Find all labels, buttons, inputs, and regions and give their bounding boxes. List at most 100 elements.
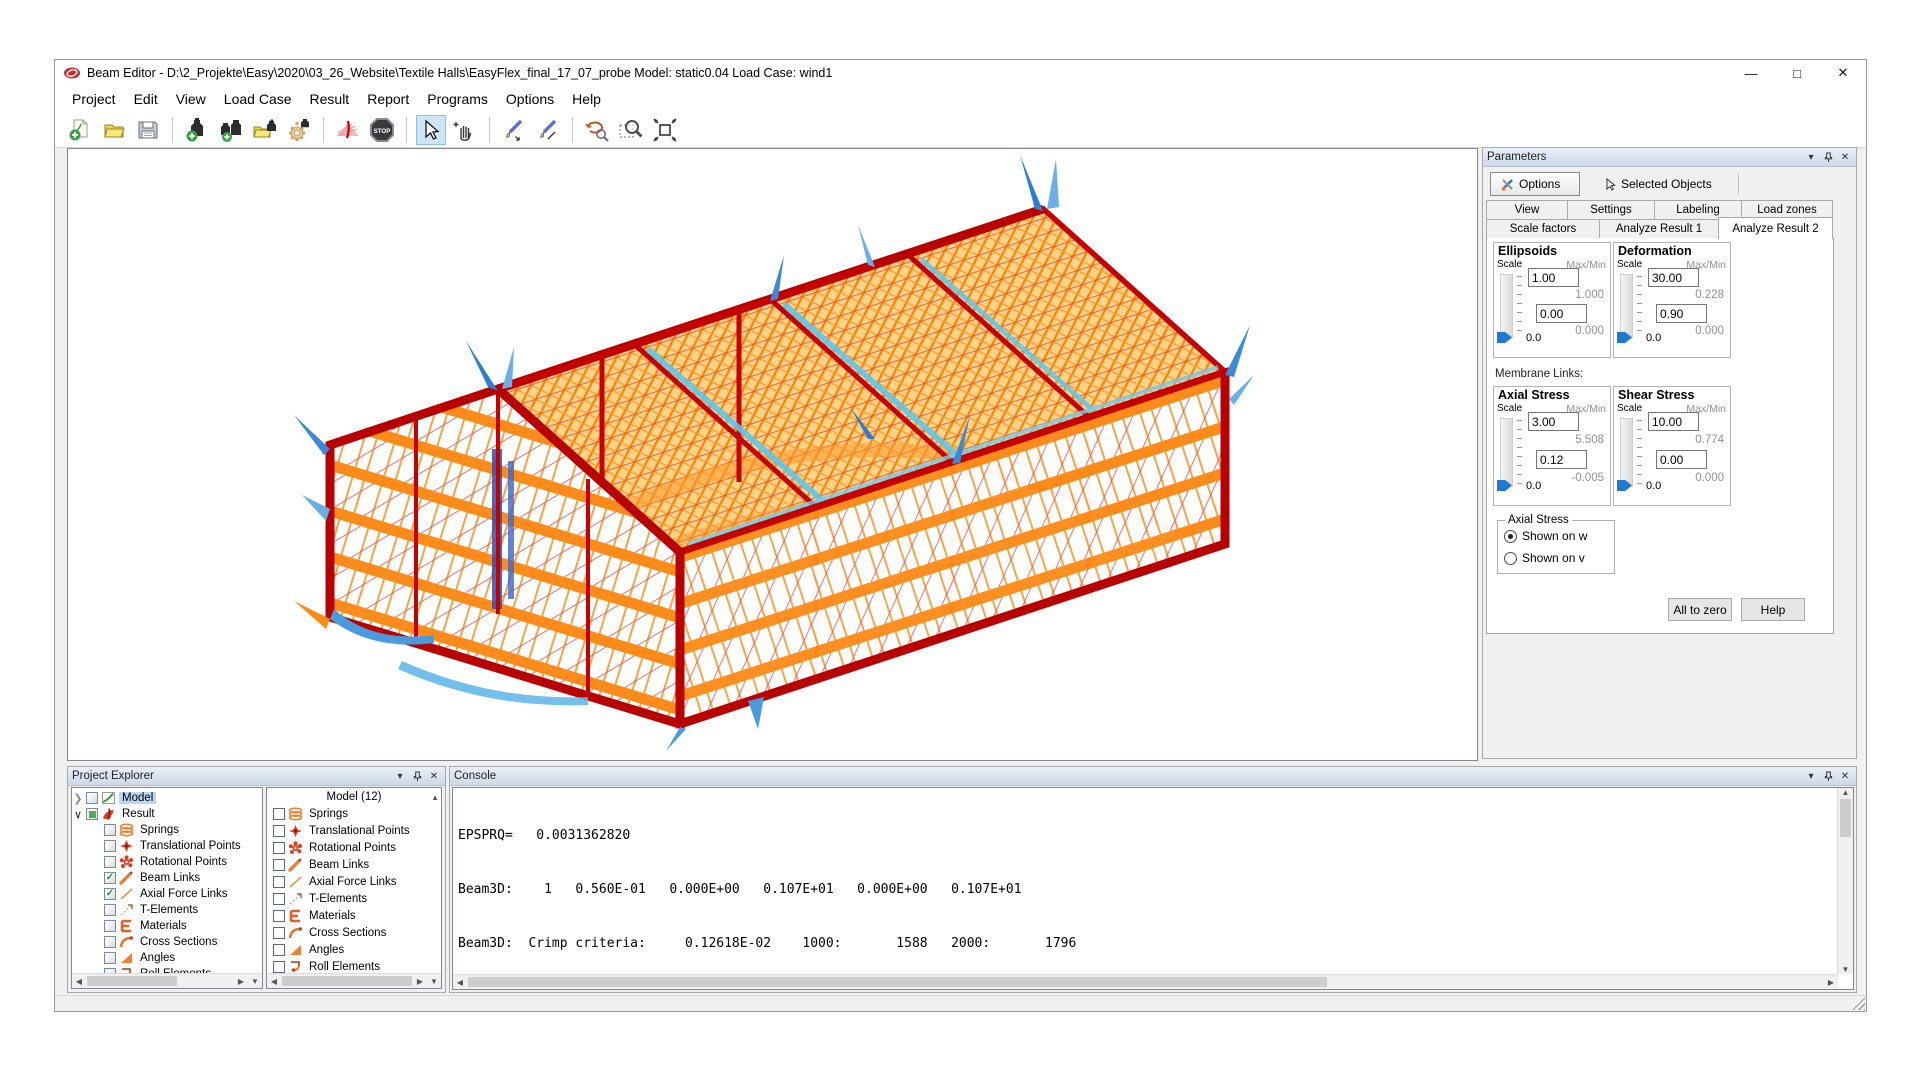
radio-shown-on-w[interactable]: Shown on w [1504, 529, 1587, 543]
checkbox[interactable] [104, 824, 116, 836]
checkbox[interactable] [104, 840, 116, 852]
tree-item-model[interactable]: ❯Model [72, 790, 262, 806]
radio-shown-on-v[interactable]: Shown on v [1504, 551, 1585, 565]
tree-item-rotational-points[interactable]: Rotational Points [72, 854, 262, 870]
dropdown-icon[interactable]: ▾ [1804, 770, 1818, 783]
list-item-rotational-points[interactable]: Rotational Points [267, 839, 441, 856]
menu-report[interactable]: Report [358, 86, 418, 112]
pan-tool-button[interactable] [450, 115, 480, 145]
all-to-zero-button[interactable]: All to zero [1668, 598, 1732, 621]
checkbox[interactable] [86, 792, 98, 804]
console-header[interactable]: Console ▾ ✕ [450, 767, 1856, 786]
checkbox[interactable]: ✓ [104, 888, 116, 900]
checkbox[interactable] [273, 808, 285, 820]
min-scale-input[interactable] [1536, 304, 1587, 323]
list-item-angles[interactable]: Angles [267, 941, 441, 958]
list-item-translational-points[interactable]: Translational Points [267, 822, 441, 839]
tree-item-axial-force-links[interactable]: ✓Axial Force Links [72, 886, 262, 902]
resize-grip-icon[interactable] [1852, 997, 1865, 1010]
select-tool-button[interactable] [416, 115, 446, 145]
tab-scale-factors[interactable]: Scale factors [1486, 219, 1600, 239]
tab-analyze-result-2[interactable]: Analyze Result 2 [1718, 217, 1833, 239]
checkbox[interactable] [273, 842, 285, 854]
checkbox[interactable] [273, 859, 285, 871]
max-scale-input[interactable] [1648, 412, 1699, 431]
tree-item-translational-points[interactable]: Translational Points [72, 838, 262, 854]
open-load-case-button[interactable] [250, 115, 280, 145]
max-scale-input[interactable] [1528, 412, 1579, 431]
scale-slider-track[interactable] [1500, 274, 1513, 338]
menu-help[interactable]: Help [563, 86, 610, 112]
checkbox[interactable]: ✓ [104, 872, 116, 884]
tree-item-materials[interactable]: Materials [72, 918, 262, 934]
pin-icon[interactable] [1821, 151, 1835, 164]
stop-button[interactable]: STOP [367, 115, 397, 145]
draw-beam-button[interactable] [499, 115, 529, 145]
close-icon[interactable]: ✕ [1838, 151, 1852, 164]
checkbox[interactable] [273, 927, 285, 939]
menu-options[interactable]: Options [497, 86, 563, 112]
checkbox[interactable] [273, 944, 285, 956]
close-button[interactable]: ✕ [1820, 60, 1866, 86]
checkbox[interactable] [86, 808, 98, 820]
tree-item-result[interactable]: ∨Result [72, 806, 262, 822]
console-horizontal-scrollbar[interactable]: ◀▶ [453, 974, 1838, 989]
menu-load-case[interactable]: Load Case [215, 86, 301, 112]
list-horizontal-scrollbar[interactable]: ◀▶▼ [267, 973, 441, 988]
parameters-header[interactable]: Parameters ▾ ✕ [1483, 148, 1856, 167]
checkbox[interactable] [104, 920, 116, 932]
tree-item-beam-links[interactable]: ✓Beam Links [72, 870, 262, 886]
console-output[interactable]: EPSPRQ= 0.0031362820 Beam3D: 1 0.560E-01… [452, 787, 1854, 990]
console-vertical-scrollbar[interactable]: ▲▼ [1837, 788, 1853, 974]
tab-options[interactable]: Options [1490, 172, 1580, 196]
dropdown-icon[interactable]: ▾ [393, 770, 407, 783]
menu-programs[interactable]: Programs [418, 86, 497, 112]
new-project-button[interactable] [65, 115, 95, 145]
list-item-beam-links[interactable]: Beam Links [267, 856, 441, 873]
min-scale-input[interactable] [1656, 304, 1707, 323]
load-case-settings-button[interactable] [284, 115, 314, 145]
tab-analyze-result-1[interactable]: Analyze Result 1 [1599, 219, 1719, 239]
checkbox[interactable] [104, 856, 116, 868]
draw-link-button[interactable] [533, 115, 563, 145]
close-icon[interactable]: ✕ [1838, 770, 1852, 783]
max-scale-input[interactable] [1528, 268, 1579, 287]
checkbox[interactable] [104, 904, 116, 916]
max-scale-input[interactable] [1648, 268, 1699, 287]
tab-view[interactable]: View [1486, 200, 1568, 220]
scale-slider-track[interactable] [1620, 418, 1633, 486]
fit-view-button[interactable] [650, 115, 680, 145]
scale-slider-track[interactable] [1500, 418, 1513, 486]
checkbox[interactable] [273, 910, 285, 922]
add-load-case-button[interactable] [182, 115, 212, 145]
checkbox[interactable] [273, 825, 285, 837]
minimize-button[interactable]: — [1728, 60, 1774, 86]
pin-icon[interactable] [410, 770, 424, 783]
checkbox[interactable] [104, 952, 116, 964]
save-project-button[interactable] [133, 115, 163, 145]
min-scale-input[interactable] [1536, 450, 1587, 469]
open-project-button[interactable] [99, 115, 129, 145]
model-viewport[interactable] [67, 148, 1478, 761]
tree-item-springs[interactable]: Springs [72, 822, 262, 838]
pin-icon[interactable] [1821, 770, 1835, 783]
list-item-materials[interactable]: Materials [267, 907, 441, 924]
list-item-cross-sections[interactable]: Cross Sections [267, 924, 441, 941]
orbit-view-button[interactable] [582, 115, 612, 145]
tree-horizontal-scrollbar[interactable]: ◀▶▼ [72, 973, 262, 988]
menu-edit[interactable]: Edit [125, 86, 167, 112]
checkbox[interactable] [104, 936, 116, 948]
tree-item-angles[interactable]: Angles [72, 950, 262, 966]
result-mesh-button[interactable] [333, 115, 363, 145]
list-item-axial-force-links[interactable]: Axial Force Links [267, 873, 441, 890]
menu-result[interactable]: Result [301, 86, 359, 112]
tree-item-cross-sections[interactable]: Cross Sections [72, 934, 262, 950]
help-button[interactable]: Help [1741, 598, 1805, 621]
checkbox[interactable] [273, 876, 285, 888]
min-scale-input[interactable] [1656, 450, 1707, 469]
project-explorer-header[interactable]: Project Explorer ▾ ✕ [68, 767, 445, 786]
title-bar[interactable]: Beam Editor - D:\2_Projekte\Easy\2020\03… [55, 60, 1866, 86]
tab-settings[interactable]: Settings [1567, 200, 1655, 220]
checkbox[interactable] [273, 893, 285, 905]
dropdown-icon[interactable]: ▾ [1804, 151, 1818, 164]
